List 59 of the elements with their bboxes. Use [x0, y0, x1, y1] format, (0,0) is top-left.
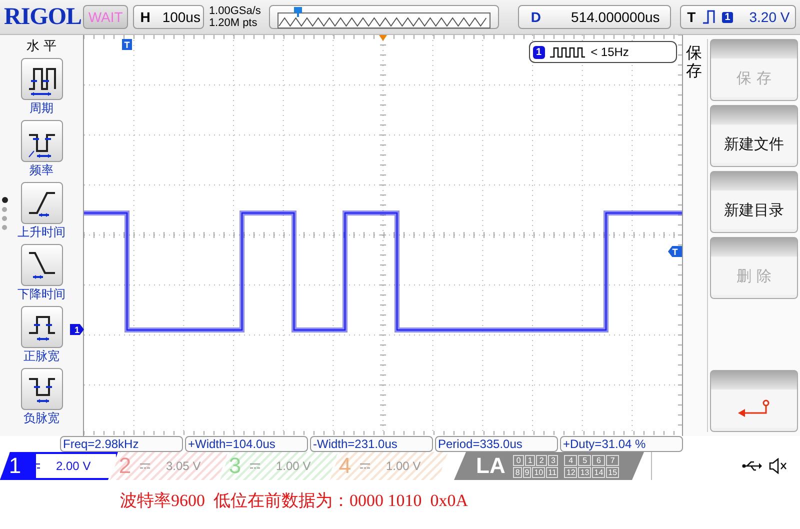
timebase-label: H — [139, 9, 152, 25]
timebase-value: 100us — [162, 9, 200, 25]
caption-text: 波特率9600 低位在前数据为：0000 1010 0x0A — [120, 490, 470, 512]
digital-channel-label: 8 — [513, 466, 522, 478]
trigger-level: 3.20 V — [749, 9, 790, 25]
la-label: LA — [476, 453, 506, 479]
run-status: WAIT — [83, 5, 128, 29]
channel-number: 2 — [118, 453, 132, 479]
channel-scale: 1.00 V — [386, 459, 421, 473]
delay-value: 514.000000us — [571, 9, 660, 25]
digital-channel-label: 15 — [606, 466, 620, 478]
measurement-readout: -Width=231.0us — [310, 436, 433, 452]
channel-marker: 1 — [70, 324, 84, 335]
return-button[interactable] — [710, 370, 798, 432]
digital-channel-label: 12 — [564, 466, 578, 478]
channel-tab[interactable]: 1 2.00 V — [0, 452, 118, 480]
digital-channel-label: 5 — [578, 454, 592, 466]
delay-label: D — [530, 9, 542, 25]
trigger-source: 1 — [722, 12, 734, 22]
counter-channel: 1 — [533, 46, 545, 58]
trigger-level-marker: T — [668, 246, 682, 257]
digital-channel-label: 3 — [548, 454, 558, 466]
counter-reading: < 15Hz — [590, 45, 629, 59]
pulse-train-icon — [548, 45, 587, 59]
trigger-label: T — [686, 9, 697, 25]
menu-title: 水 平 — [26, 37, 56, 55]
digital-channel-label: 2 — [536, 454, 547, 466]
rising-edge-icon — [702, 9, 716, 25]
trigger-position-marker: T — [122, 39, 132, 50]
softkey-button[interactable]: 新建目录 — [710, 171, 798, 233]
digital-channel-label: 9 — [522, 466, 532, 478]
channel-scale: 1.00 V — [276, 459, 311, 473]
dc-coupling-icon — [250, 462, 260, 470]
channel-scale: 2.00 V — [56, 459, 91, 473]
channel-number: 1 — [8, 453, 22, 479]
digital-channel-label: 7 — [606, 454, 620, 466]
digital-channel-label: 0 — [513, 454, 524, 466]
sample-rate: 1.00GSa/s — [208, 5, 262, 17]
measurement-readout: +Width=104.0us — [185, 436, 308, 452]
measurement-readout: Period=335.0us — [435, 436, 558, 452]
softkey-button[interactable]: 新建文件 — [710, 105, 798, 167]
digital-channel-label: 6 — [592, 454, 606, 466]
dc-coupling-icon — [360, 462, 370, 470]
usb-icon — [742, 460, 762, 472]
digital-channel-label: 4 — [564, 454, 578, 466]
speaker-muted-icon — [768, 458, 788, 474]
measurement-readout: Freq=2.98kHz — [60, 436, 183, 452]
digital-channel-label: 13 — [578, 466, 592, 478]
channel-number: 3 — [228, 453, 242, 479]
channel-scale: 3.05 V — [166, 459, 201, 473]
channel-number: 4 — [338, 453, 352, 479]
digital-channel-label: 10 — [532, 466, 546, 478]
dc-coupling-icon — [140, 462, 150, 470]
digital-channel-label: 1 — [524, 454, 536, 466]
menu-title: 保存 — [683, 39, 708, 432]
measurement-readout: +Duty=31.04 % — [560, 436, 683, 452]
digital-channel-label: 11 — [546, 466, 558, 478]
memory-depth: 1.20M pts — [208, 17, 258, 29]
digital-channel-label: 14 — [592, 466, 606, 478]
